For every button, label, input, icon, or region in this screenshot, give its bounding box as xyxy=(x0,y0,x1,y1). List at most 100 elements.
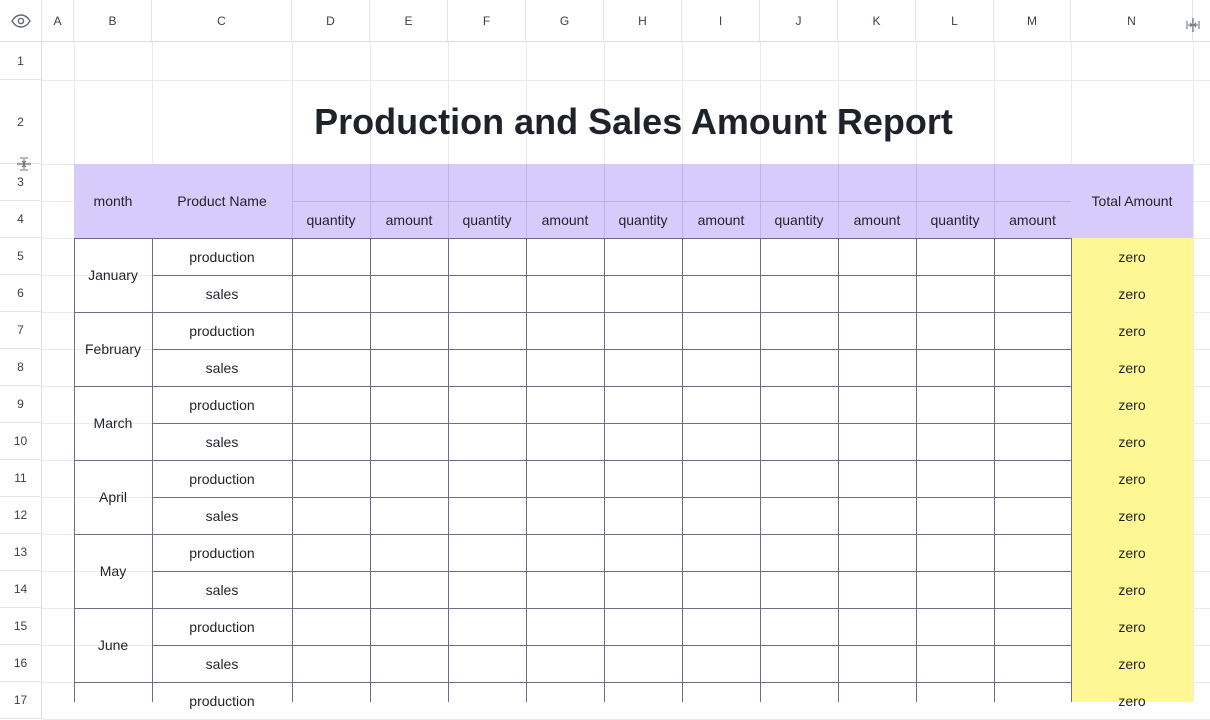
column-header-k[interactable]: K xyxy=(838,0,916,42)
row-header-14[interactable]: 14 xyxy=(0,571,42,608)
header-quantity[interactable]: quantity xyxy=(604,201,682,238)
table-border-v xyxy=(448,238,449,702)
column-header-e[interactable]: E xyxy=(370,0,448,42)
table-border-h xyxy=(74,312,1071,313)
total-cell[interactable]: zero xyxy=(1071,349,1193,386)
row-header-16[interactable]: 16 xyxy=(0,645,42,682)
row-header-5[interactable]: 5 xyxy=(0,238,42,275)
header-amount[interactable]: amount xyxy=(994,201,1071,238)
row-header-10[interactable]: 10 xyxy=(0,423,42,460)
column-header-j[interactable]: J xyxy=(760,0,838,42)
header-product-name[interactable]: Product Name xyxy=(152,164,292,238)
header-quantity[interactable]: quantity xyxy=(448,201,526,238)
product-cell[interactable]: sales xyxy=(152,275,292,312)
table-border-h xyxy=(74,460,1071,461)
row-header-6[interactable]: 6 xyxy=(0,275,42,312)
month-cell[interactable]: April xyxy=(74,460,152,534)
total-cell[interactable]: zero xyxy=(1071,534,1193,571)
column-header-i[interactable]: I xyxy=(682,0,760,42)
table-border-h xyxy=(152,497,1071,498)
table-border-v xyxy=(682,238,683,702)
total-cell[interactable]: zero xyxy=(1071,423,1193,460)
header-total-amount[interactable]: Total Amount xyxy=(1071,164,1193,238)
total-cell[interactable]: zero xyxy=(1071,312,1193,349)
table-border-h xyxy=(74,608,1071,609)
column-header-n[interactable]: N xyxy=(1071,0,1193,42)
column-header-a[interactable]: A xyxy=(42,0,74,42)
row-header-8[interactable]: 8 xyxy=(0,349,42,386)
header-amount[interactable]: amount xyxy=(682,201,760,238)
row-header-1[interactable]: 1 xyxy=(0,42,42,80)
total-cell[interactable]: zero xyxy=(1071,238,1193,275)
column-header-l[interactable]: L xyxy=(916,0,994,42)
freeze-column-icon[interactable] xyxy=(1184,16,1202,34)
freeze-row-icon[interactable] xyxy=(15,155,33,173)
product-cell[interactable]: sales xyxy=(152,645,292,682)
product-cell[interactable]: production xyxy=(152,608,292,645)
column-header-f[interactable]: F xyxy=(448,0,526,42)
month-cell[interactable]: March xyxy=(74,386,152,460)
column-header-d[interactable]: D xyxy=(292,0,370,42)
row-header-13[interactable]: 13 xyxy=(0,534,42,571)
total-cell[interactable]: zero xyxy=(1071,571,1193,608)
table-border-v xyxy=(526,238,527,702)
month-cell[interactable]: June xyxy=(74,608,152,682)
grid-line-vertical xyxy=(1193,42,1194,702)
header-quantity[interactable]: quantity xyxy=(760,201,838,238)
table-border-h xyxy=(152,571,1071,572)
table-border-v xyxy=(994,238,995,702)
total-cell[interactable]: zero xyxy=(1071,386,1193,423)
row-header-7[interactable]: 7 xyxy=(0,312,42,349)
product-cell[interactable]: sales xyxy=(152,571,292,608)
table-border-v xyxy=(1071,238,1072,702)
column-header-b[interactable]: B xyxy=(74,0,152,42)
total-cell[interactable]: zero xyxy=(1071,460,1193,497)
product-cell[interactable]: sales xyxy=(152,349,292,386)
table-border-v xyxy=(370,238,371,702)
header-month[interactable]: month xyxy=(74,164,152,238)
product-cell[interactable]: production xyxy=(152,386,292,423)
header-amount[interactable]: amount xyxy=(526,201,604,238)
table-border-v xyxy=(74,238,75,702)
column-header-m[interactable]: M xyxy=(994,0,1071,42)
table-border-v xyxy=(292,238,293,702)
table-border-v xyxy=(760,238,761,702)
total-cell[interactable]: zero xyxy=(1071,682,1193,719)
product-cell[interactable]: production xyxy=(152,682,292,719)
select-all-corner[interactable] xyxy=(0,0,42,42)
total-cell[interactable]: zero xyxy=(1071,608,1193,645)
table-border-h xyxy=(74,534,1071,535)
row-header-9[interactable]: 9 xyxy=(0,386,42,423)
product-cell[interactable]: production xyxy=(152,534,292,571)
header-quantity[interactable]: quantity xyxy=(916,201,994,238)
row-header-4[interactable]: 4 xyxy=(0,201,42,238)
product-cell[interactable]: production xyxy=(152,312,292,349)
total-cell[interactable]: zero xyxy=(1071,275,1193,312)
row-header-11[interactable]: 11 xyxy=(0,460,42,497)
row-header-2[interactable]: 2 xyxy=(0,80,42,164)
column-header-h[interactable]: H xyxy=(604,0,682,42)
table-border-v xyxy=(604,238,605,702)
product-cell[interactable]: production xyxy=(152,238,292,275)
row-header-17[interactable]: 17 xyxy=(0,682,42,719)
product-cell[interactable]: sales xyxy=(152,497,292,534)
column-header-c[interactable]: C xyxy=(152,0,292,42)
month-cell[interactable]: May xyxy=(74,534,152,608)
column-header-g[interactable]: G xyxy=(526,0,604,42)
header-amount[interactable]: amount xyxy=(370,201,448,238)
row-header-12[interactable]: 12 xyxy=(0,497,42,534)
month-cell[interactable]: January xyxy=(74,238,152,312)
total-cell[interactable]: zero xyxy=(1071,645,1193,682)
product-cell[interactable]: production xyxy=(152,460,292,497)
row-header-15[interactable]: 15 xyxy=(0,608,42,645)
table-border-h xyxy=(152,275,1071,276)
header-amount[interactable]: amount xyxy=(838,201,916,238)
eye-icon[interactable] xyxy=(11,13,31,29)
product-cell[interactable]: sales xyxy=(152,423,292,460)
table-border-h xyxy=(74,238,1071,239)
report-title[interactable]: Production and Sales Amount Report xyxy=(74,80,1193,164)
header-quantity[interactable]: quantity xyxy=(292,201,370,238)
month-cell[interactable]: February xyxy=(74,312,152,386)
total-cell[interactable]: zero xyxy=(1071,497,1193,534)
table-border-h xyxy=(152,349,1071,350)
